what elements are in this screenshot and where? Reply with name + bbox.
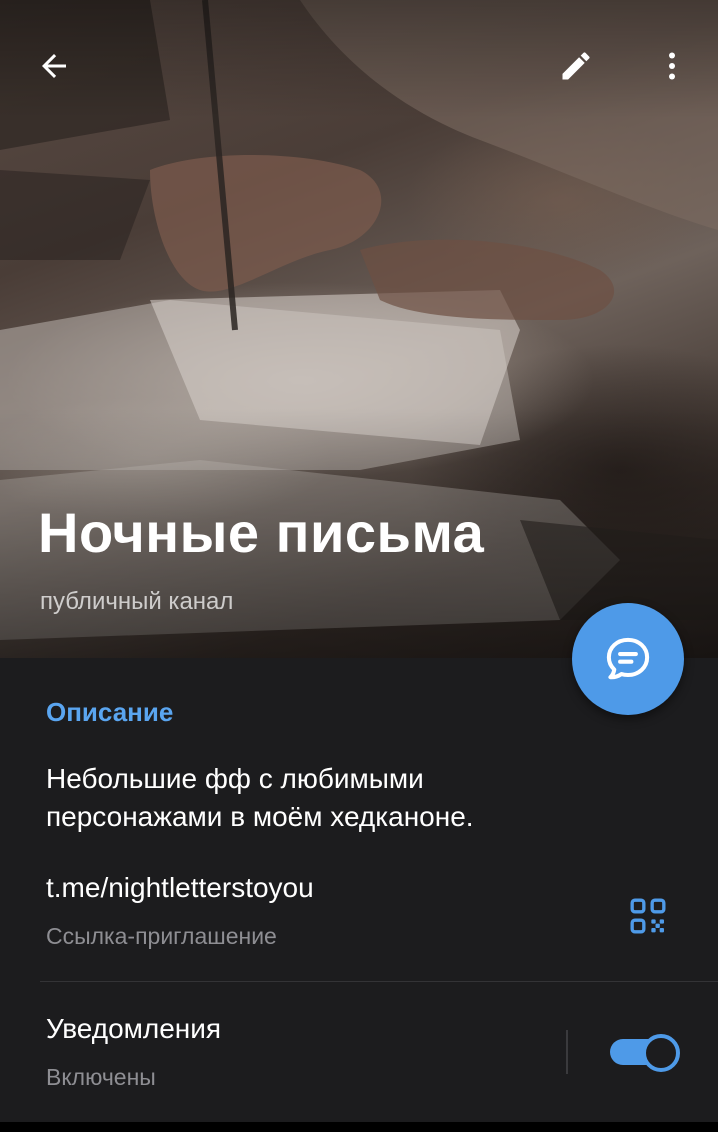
channel-description: Небольшие фф с любимыми персонажами в мо… [46,763,474,832]
invite-link-caption: Ссылка-приглашение [46,923,277,949]
toggle-knob [642,1034,680,1072]
more-options-button[interactable] [644,38,700,94]
qr-code-button[interactable] [620,888,676,944]
discuss-fab-button[interactable] [572,603,684,715]
toggle-separator [566,1030,568,1074]
channel-profile-screen: Ночные письма публичный канал Описание Н… [0,0,718,1132]
more-vertical-icon [669,52,675,80]
qr-code-icon [630,898,666,934]
channel-title: Ночные письма [38,501,485,564]
bottom-edge [0,1122,718,1132]
chat-bubble-icon [606,637,650,680]
arrow-left-icon [42,54,66,78]
section-divider [40,981,718,982]
notifications-status: Включены [46,1064,156,1090]
edit-button[interactable] [548,38,604,94]
channel-type-label: публичный канал [40,588,234,615]
notifications-label[interactable]: Уведомления [46,1013,221,1045]
back-button[interactable] [26,38,82,94]
notifications-toggle[interactable] [610,1033,680,1072]
description-section-label: Описание [46,697,174,727]
invite-link[interactable]: t.me/nightletterstoyou [46,872,314,904]
pencil-icon [562,52,590,80]
